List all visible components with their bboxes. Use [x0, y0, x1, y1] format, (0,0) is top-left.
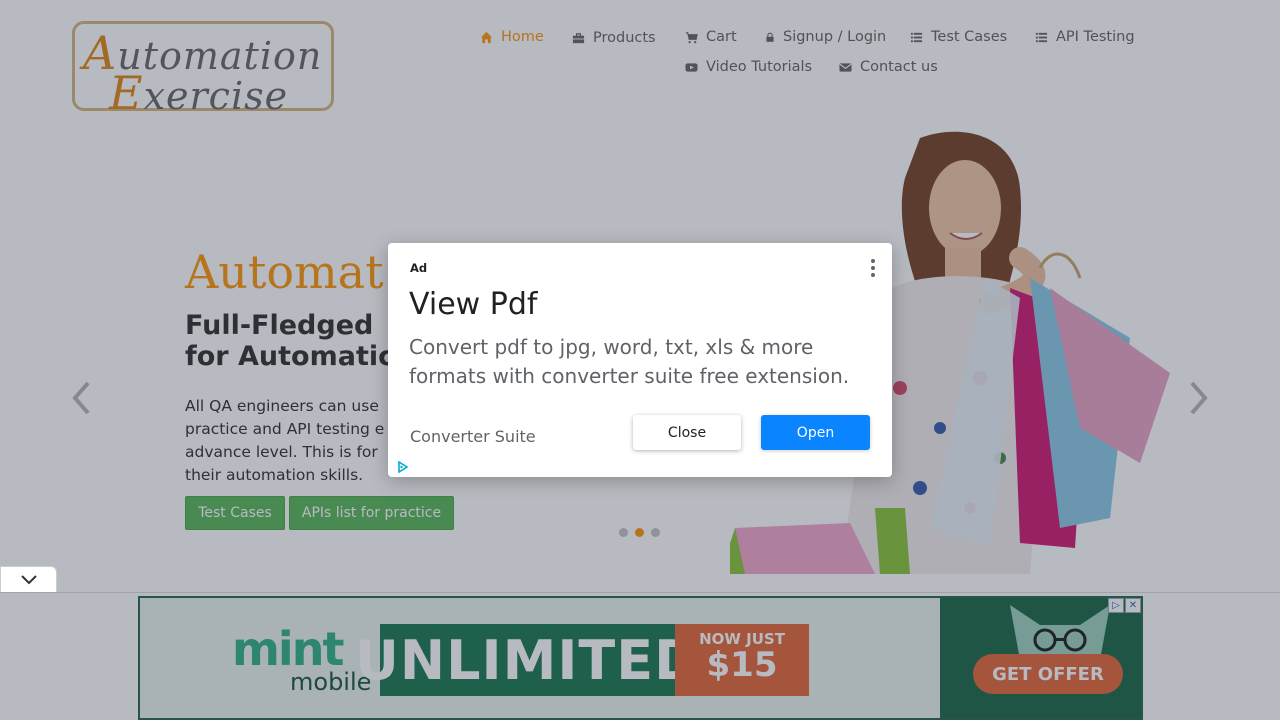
collapse-ad-tab[interactable] [0, 566, 57, 592]
adchoices-icon[interactable] [397, 461, 409, 473]
more-options-icon[interactable] [870, 259, 876, 277]
banner-dim-overlay [0, 592, 1280, 720]
chevron-down-icon [21, 575, 37, 585]
ad-title[interactable]: View Pdf [409, 287, 537, 322]
ad-description: Convert pdf to jpg, word, txt, xls & mor… [409, 335, 850, 388]
ad-label: Ad [410, 261, 428, 275]
ad-modal: Ad View Pdf Convert pdf to jpg, word, tx… [388, 243, 892, 477]
ad-open-button[interactable]: Open [761, 415, 870, 450]
ad-brand: Converter Suite [410, 427, 536, 446]
ad-close-button[interactable]: Close [633, 415, 741, 450]
